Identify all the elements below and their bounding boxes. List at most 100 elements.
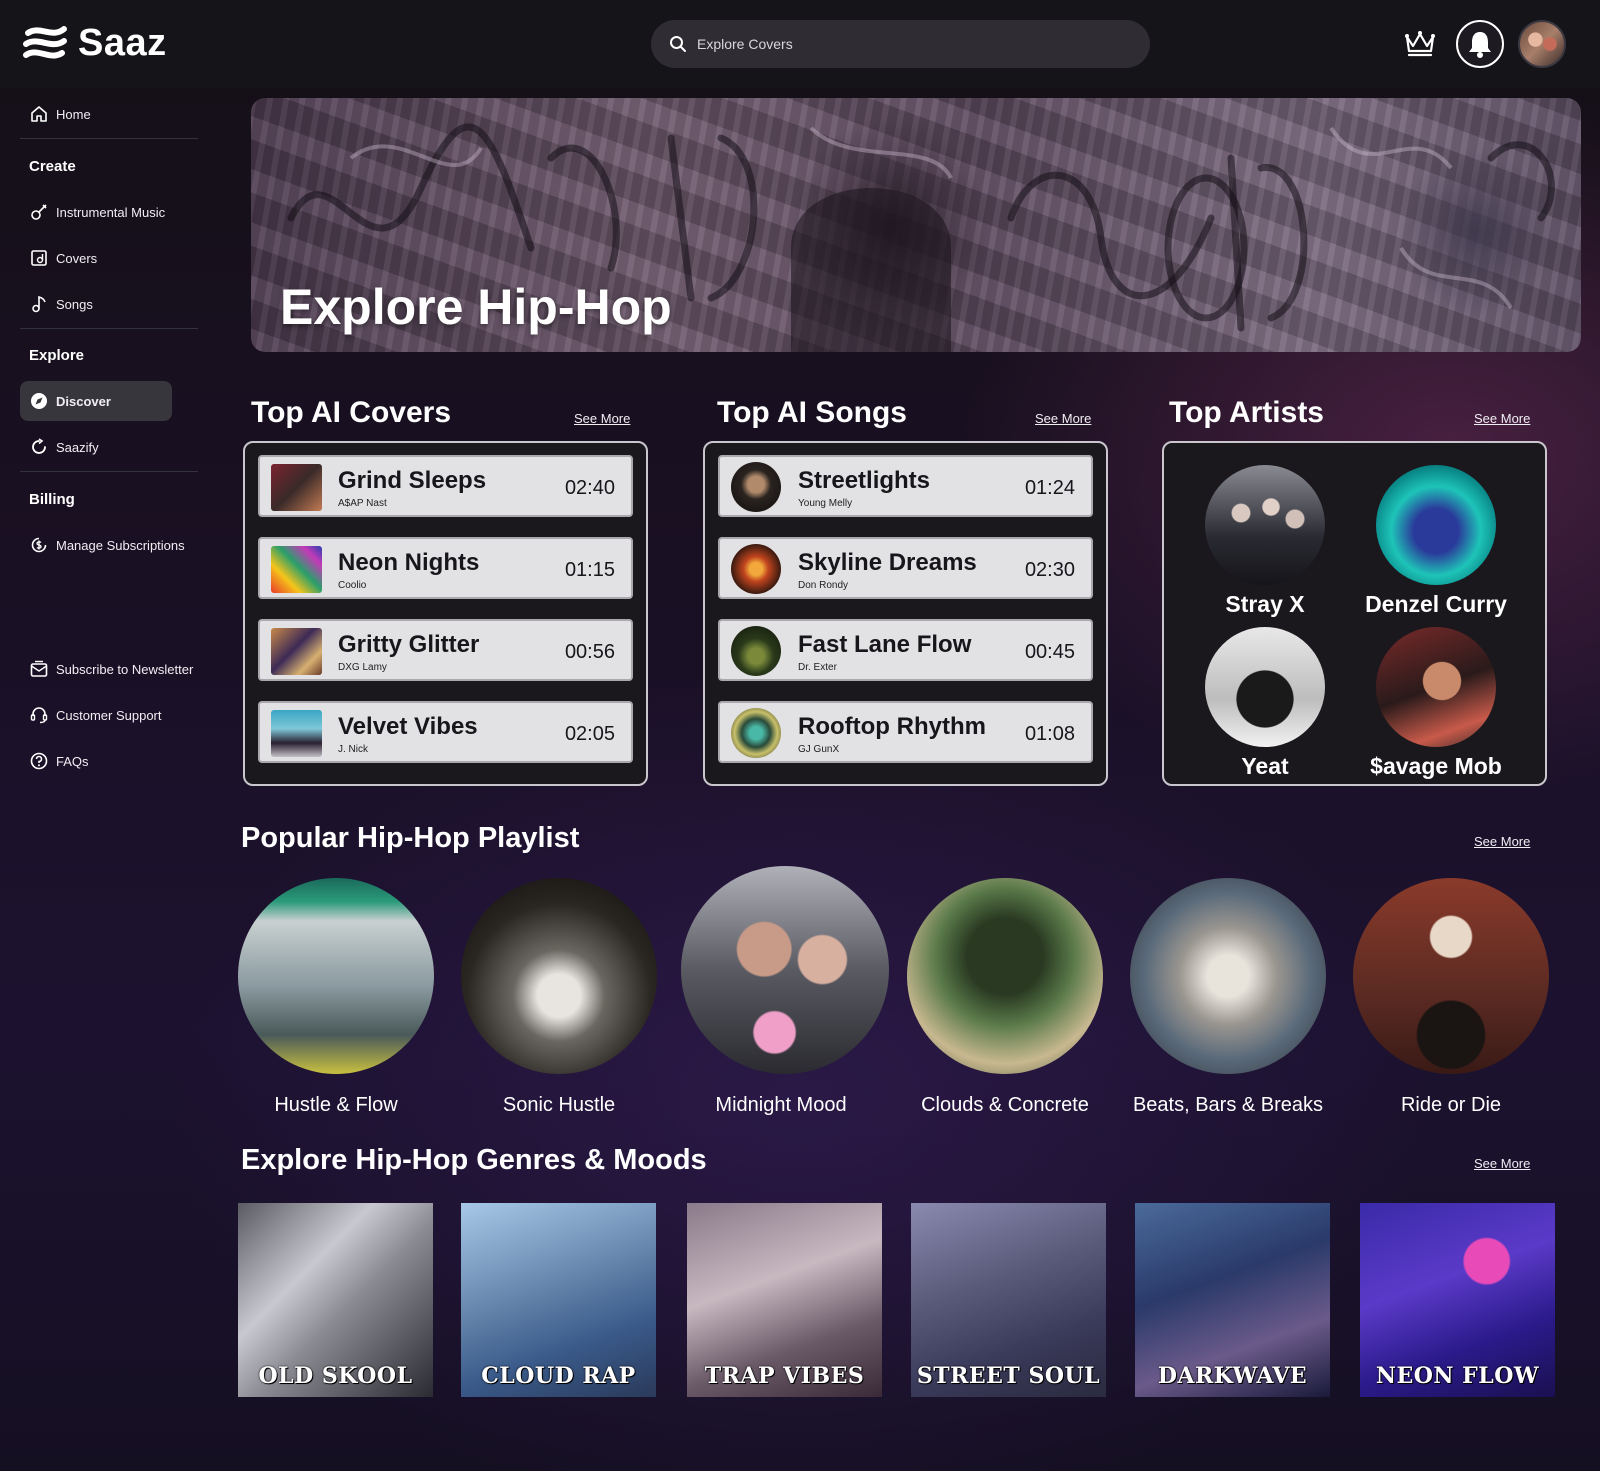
music-note-icon <box>32 295 46 313</box>
notifications-button[interactable] <box>1456 20 1504 68</box>
track-duration: 02:30 <box>1024 559 1075 581</box>
playlists-see-more-link[interactable]: See More <box>1474 834 1530 849</box>
top-covers-see-more-link[interactable]: See More <box>574 411 630 426</box>
genre-card[interactable]: STREET SOUL <box>911 1203 1106 1397</box>
artist-name: Denzel Curry <box>1365 591 1507 617</box>
playlist-card[interactable]: Ride or Die <box>1351 878 1551 1117</box>
genre-label: STREET SOUL <box>916 1363 1101 1389</box>
playlist-cover <box>1130 878 1326 1074</box>
playlist-card[interactable]: Clouds & Concrete <box>905 878 1105 1117</box>
app-name: Saaz <box>78 22 167 64</box>
song-row[interactable]: Fast Lane Flow Dr. Exter 00:45 <box>718 619 1093 681</box>
playlist-name: Sonic Hustle <box>502 1094 616 1116</box>
sidebar-item-saazify[interactable]: Saazify <box>20 427 172 467</box>
artist-name: $avage Mob <box>1370 753 1502 779</box>
track-title: Fast Lane Flow <box>798 631 972 658</box>
song-row[interactable]: Skyline Dreams Don Rondy 02:30 <box>718 537 1093 599</box>
sidebar-item-manage-subscriptions[interactable]: Manage Subscriptions <box>20 525 210 565</box>
playlist-card[interactable]: Hustle & Flow <box>236 878 436 1117</box>
cover-row[interactable]: Velvet Vibes J. Nick 02:05 <box>258 701 633 763</box>
sidebar-item-discover[interactable]: Discover <box>20 381 172 421</box>
song-thumbnail <box>731 544 781 594</box>
user-avatar[interactable] <box>1518 20 1566 68</box>
song-thumbnail <box>731 708 781 758</box>
search-input[interactable] <box>697 36 1117 52</box>
artist-card[interactable]: Denzel Curry <box>1356 465 1516 618</box>
playlists-title: Popular Hip-Hop Playlist <box>241 822 580 854</box>
artist-card[interactable]: Stray X <box>1185 465 1345 618</box>
newsletter-icon <box>30 660 48 677</box>
track-duration: 02:05 <box>564 723 615 745</box>
artist-name: Stray X <box>1225 591 1305 617</box>
genres-see-more-link[interactable]: See More <box>1474 1156 1530 1171</box>
cover-thumbnail <box>271 710 322 757</box>
genre-card[interactable]: TRAP VIBES <box>687 1203 882 1397</box>
playlist-name: Hustle & Flow <box>274 1094 398 1116</box>
song-row[interactable]: Rooftop Rhythm GJ GunX 01:08 <box>718 701 1093 763</box>
cover-row[interactable]: Neon Nights Coolio 01:15 <box>258 537 633 599</box>
playlist-cover <box>238 878 434 1074</box>
sidebar-item-instrumental-music[interactable]: Instrumental Music <box>20 192 172 232</box>
artist-card[interactable]: $avage Mob <box>1356 627 1516 780</box>
track-artist: A$AP Nast <box>338 498 387 509</box>
sidebar-item-home[interactable]: Home <box>20 94 172 134</box>
bell-icon <box>1469 32 1491 58</box>
playlist-cover <box>681 866 889 1074</box>
top-artists-panel: Stray X Denzel Curry Yeat $avage Mob <box>1162 441 1547 786</box>
genre-label: DARKWAVE <box>1157 1363 1308 1389</box>
sidebar-item-label: Home <box>56 106 91 122</box>
genre-card[interactable]: NEON FLOW <box>1360 1203 1555 1397</box>
playlist-card[interactable]: Sonic Hustle <box>459 878 659 1117</box>
search-icon <box>670 36 686 52</box>
sidebar-item-label: Instrumental Music <box>56 204 166 220</box>
track-artist: Don Rondy <box>798 580 849 591</box>
track-artist: Coolio <box>338 580 367 591</box>
sidebar-item-customer-support[interactable]: Customer Support <box>20 695 210 735</box>
billing-heading: Billing <box>29 491 75 508</box>
top-artists-title: Top Artists <box>1169 396 1324 429</box>
sidebar-item-label: Covers <box>56 250 98 266</box>
playlist-card[interactable]: Beats, Bars & Breaks <box>1128 878 1328 1117</box>
top-artists-see-more-link[interactable]: See More <box>1474 411 1530 426</box>
top-bar: Saaz <box>0 0 1600 88</box>
top-ai-songs-title: Top AI Songs <box>717 396 907 429</box>
logo-waves-icon <box>23 25 67 59</box>
cover-row[interactable]: Grind Sleeps A$AP Nast 02:40 <box>258 455 633 517</box>
genre-label: NEON FLOW <box>1375 1363 1540 1389</box>
sidebar-item-label: Songs <box>56 296 93 312</box>
playlist-cover <box>907 878 1103 1074</box>
sidebar-item-label: Customer Support <box>56 707 162 723</box>
help-icon <box>30 752 48 770</box>
genre-card[interactable]: DARKWAVE <box>1135 1203 1330 1397</box>
track-artist: J. Nick <box>338 744 368 755</box>
sidebar-item-songs[interactable]: Songs <box>20 284 172 324</box>
hero-banner[interactable]: Explore Hip-Hop <box>251 98 1581 352</box>
sidebar-item-label: Manage Subscriptions <box>56 537 185 553</box>
sidebar-item-faqs[interactable]: FAQs <box>20 741 210 781</box>
top-songs-panel: Streetlights Young Melly 01:24 Skyline D… <box>703 441 1108 786</box>
cover-row[interactable]: Gritty Glitter DXG Lamy 00:56 <box>258 619 633 681</box>
track-title: Gritty Glitter <box>338 631 480 658</box>
sidebar-item-covers[interactable]: Covers <box>20 238 172 278</box>
guitar-icon <box>31 204 47 220</box>
sidebar-item-subscribe-newsletter[interactable]: Subscribe to Newsletter <box>20 649 210 689</box>
saaz-logo[interactable]: Saaz <box>22 22 167 65</box>
track-title: Skyline Dreams <box>798 549 977 576</box>
genre-card[interactable]: OLD SKOOL <box>238 1203 433 1397</box>
artist-photo <box>1205 627 1325 747</box>
playlist-name: Ride or Die <box>1400 1094 1502 1116</box>
playlist-name: Beats, Bars & Breaks <box>1132 1094 1324 1116</box>
song-row[interactable]: Streetlights Young Melly 01:24 <box>718 455 1093 517</box>
playlist-card[interactable]: Midnight Mood <box>681 866 889 1117</box>
track-artist: GJ GunX <box>798 744 840 755</box>
crown-icon[interactable] <box>1404 28 1436 58</box>
compass-icon <box>31 393 47 409</box>
refresh-icon <box>32 438 46 454</box>
top-songs-see-more-link[interactable]: See More <box>1035 411 1091 426</box>
artist-card[interactable]: Yeat <box>1185 627 1345 780</box>
search-bar[interactable] <box>651 20 1150 68</box>
track-title: Neon Nights <box>338 549 480 576</box>
genre-card[interactable]: CLOUD RAP <box>461 1203 656 1397</box>
hero-title: Explore Hip-Hop <box>280 279 672 335</box>
dollar-cycle-icon <box>31 537 47 553</box>
